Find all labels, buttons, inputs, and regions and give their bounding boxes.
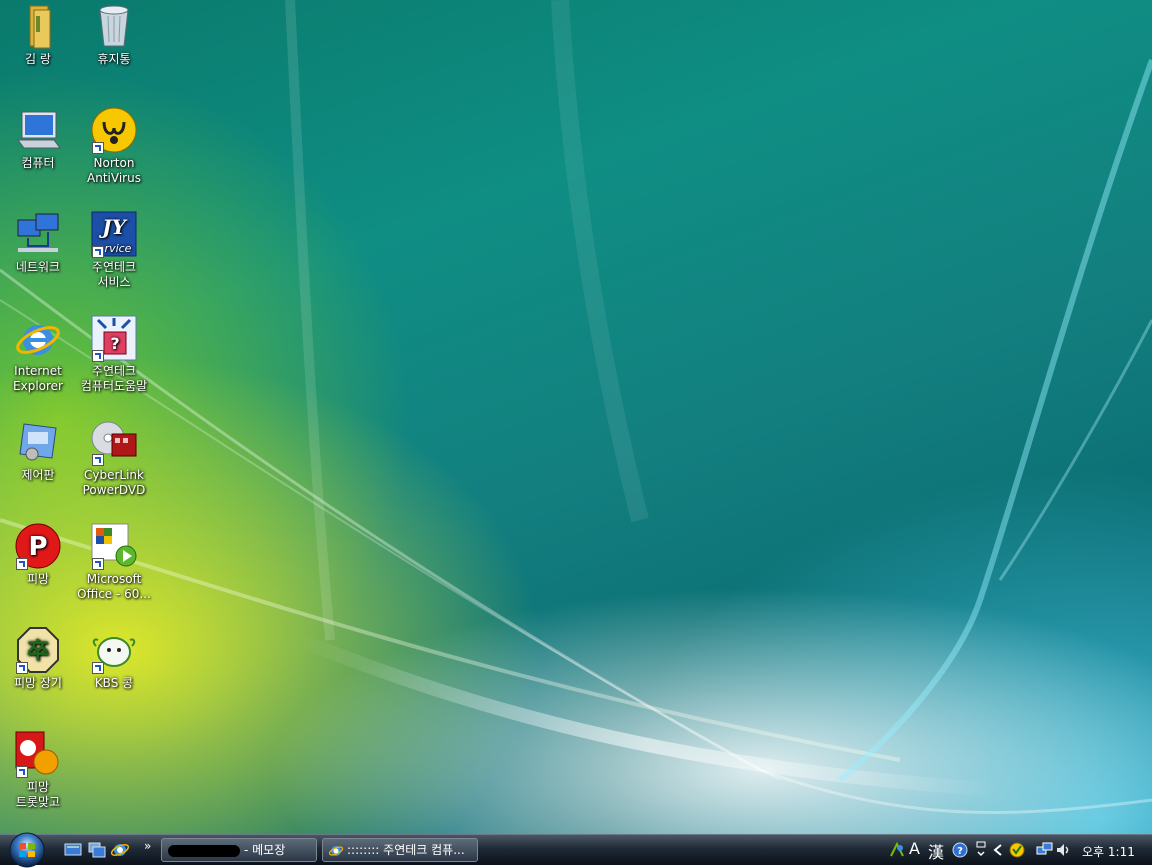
svg-text:JY: JY: [98, 215, 127, 239]
taskbar-button-label: - 메모장: [244, 843, 286, 857]
redacted-filename: [168, 844, 240, 857]
language-bar-icon[interactable]: [889, 842, 905, 858]
desktop-icon-kbs-kong[interactable]: KBS 콩: [76, 626, 152, 691]
shortcut-arrow-icon: [16, 766, 28, 778]
desktop-icon-label: 피망: [26, 572, 50, 586]
svg-text:?: ?: [957, 846, 963, 857]
quick-launch-more-icon[interactable]: »: [144, 839, 151, 853]
taskbar-button-notepad[interactable]: - 메모장: [161, 838, 317, 862]
computer-icon: [17, 111, 61, 149]
shortcut-arrow-icon: [16, 558, 28, 570]
desktop-icon-label: Microsoft Office - 60...: [77, 572, 151, 601]
desktop-icon-pmang[interactable]: P 피망: [0, 522, 76, 587]
desktop-icon-label: 피망 장기: [14, 676, 62, 690]
network-tray-icon[interactable]: [1036, 842, 1054, 858]
desktop-icon-label: Norton AntiVirus: [87, 156, 141, 185]
desktop-icon-label: KBS 콩: [94, 676, 134, 690]
network-icon: [17, 213, 59, 252]
volume-icon[interactable]: [1055, 842, 1071, 858]
desktop-icon-label: 주연테크 서비스: [91, 260, 137, 289]
internet-explorer-icon: [328, 845, 344, 856]
desktop-icon-jservice[interactable]: JY rvice 주연테크 서비스: [76, 210, 152, 290]
internet-explorer-quicklaunch-icon[interactable]: [111, 842, 129, 858]
desktop-icon-label: 제어판: [21, 468, 55, 482]
desktop-icon-label: 주연테크 컴퓨터도움말: [80, 364, 148, 393]
desktop-icon-label: 김 랑: [25, 52, 51, 66]
desktop-icon-pmang-gostop[interactable]: 피망 트롯맞고: [0, 730, 76, 810]
shortcut-arrow-icon: [92, 454, 104, 466]
desktop-icon-label: 네트워크: [15, 260, 61, 274]
shortcut-arrow-icon: [92, 246, 104, 258]
desktop-icon-computer-help[interactable]: ? 주연테크 컴퓨터도움말: [76, 314, 152, 394]
start-button[interactable]: [4, 832, 50, 868]
wallpaper-swirl: [0, 0, 1152, 814]
desktop-icon-norton-antivirus[interactable]: Norton AntiVirus: [76, 106, 152, 186]
desktop-icon-control-panel[interactable]: 제어판: [0, 418, 76, 483]
desktop-icon-network[interactable]: 네트워크: [0, 210, 76, 275]
shortcut-arrow-icon: [92, 142, 104, 154]
control-panel-icon: [19, 423, 57, 461]
desktop-icon-user-folder[interactable]: 김 랑: [0, 2, 76, 67]
switch-windows-icon[interactable]: [88, 842, 106, 858]
ime-mode-indicator[interactable]: A: [909, 839, 920, 858]
shortcut-arrow-icon: [92, 662, 104, 674]
desktop-icon-internet-explorer[interactable]: Internet Explorer: [0, 314, 76, 394]
recycle-bin-icon: [99, 5, 129, 47]
show-desktop-icon[interactable]: [64, 842, 82, 858]
show-hidden-icons-chevron-icon[interactable]: [993, 844, 1003, 856]
norton-tray-icon[interactable]: [1009, 842, 1025, 858]
desktop-icon-label: 휴지통: [97, 52, 131, 66]
ie-icon: [16, 325, 60, 355]
svg-text:?: ?: [110, 334, 119, 353]
shortcut-arrow-icon: [92, 558, 104, 570]
shortcut-arrow-icon: [16, 662, 28, 674]
svg-text:卒: 卒: [27, 638, 49, 664]
desktop-icon-label: CyberLink PowerDVD: [82, 468, 146, 497]
clock[interactable]: 오후 1:11: [1082, 843, 1135, 860]
svg-text:rvice: rvice: [105, 242, 132, 255]
desktop-icon-pmang-janggi[interactable]: 卒 피망 장기: [0, 626, 76, 691]
shortcut-arrow-icon: [92, 350, 104, 362]
svg-text:P: P: [28, 532, 47, 562]
help-icon[interactable]: ?: [952, 842, 968, 858]
desktop-icon-label: 컴퓨터: [21, 156, 55, 170]
desktop-icon-cyberlink-powerdvd[interactable]: CyberLink PowerDVD: [76, 418, 152, 498]
taskbar-button-label: :::::::: 주연테크 컴퓨...: [347, 843, 465, 857]
desktop-icon-computer[interactable]: 컴퓨터: [0, 106, 76, 171]
desktop-icon-label: Internet Explorer: [13, 364, 63, 393]
desktop-icon-label: 피망 트롯맞고: [15, 780, 61, 809]
language-options-icon[interactable]: [975, 840, 987, 860]
folder-icon: [29, 5, 51, 49]
desktop-icon-recycle-bin[interactable]: 휴지통: [76, 2, 152, 67]
ime-hanja-indicator[interactable]: 漢: [928, 839, 944, 863]
desktop[interactable]: 김 랑 컴퓨터 네트워크 Internet Explorer 제어판 P 피망 …: [0, 0, 1152, 834]
taskbar-button-internet-explorer[interactable]: :::::::: 주연테크 컴퓨...: [322, 838, 478, 862]
desktop-icon-microsoft-office[interactable]: Microsoft Office - 60...: [76, 522, 152, 602]
taskbar: » - 메모장 :::::::: 주연테크 컴퓨... A 漢 ? 오후 1:1: [0, 832, 1152, 868]
